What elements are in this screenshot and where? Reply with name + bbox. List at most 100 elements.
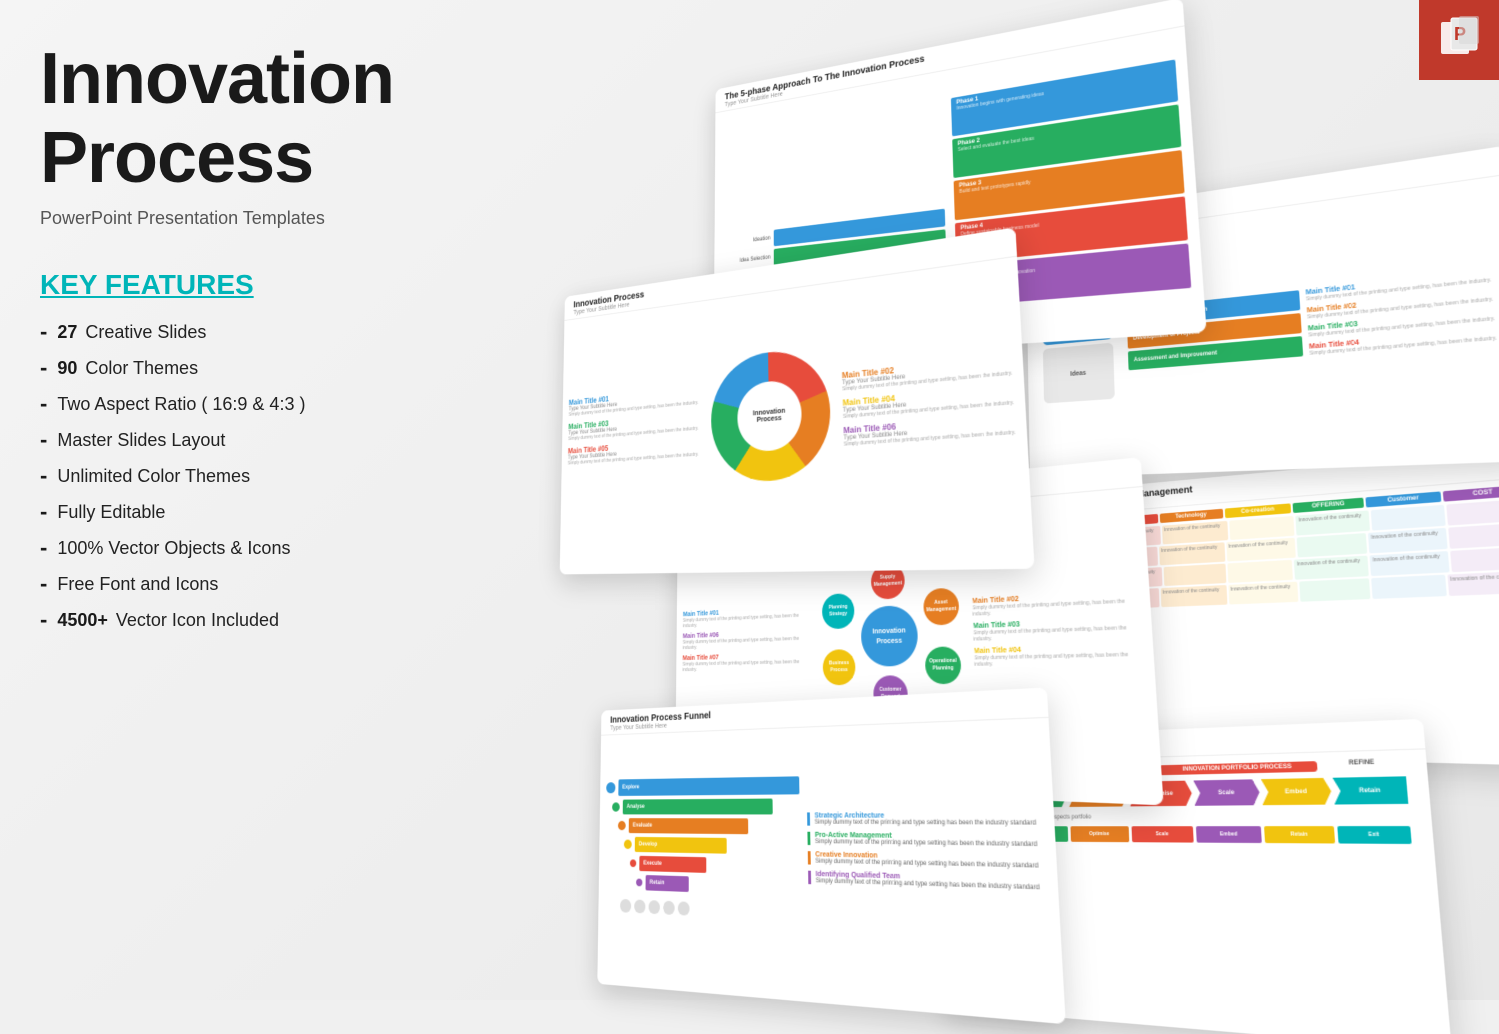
cell-1-6 [1446,499,1499,526]
funnel-bar-3: Evaluate [629,818,749,834]
svg-text:Supply: Supply [880,573,896,580]
funnel-r1: Strategic Architecture Simply dummy text… [807,812,1045,827]
circle-4 [663,901,675,915]
circle-3 [649,900,660,914]
svg-text:Planning: Planning [933,664,954,671]
funnel-bar-6: Retain [646,875,689,892]
feature-bold-1: 27 [57,322,77,343]
sub-arrow-4: Scale [1131,826,1193,842]
svg-text:Customer: Customer [879,686,901,693]
sub-arrow-6: Retain [1264,826,1334,843]
slide-2-text-1: Main Title #01 Type Your Subtitle Here S… [569,386,700,418]
funnel-dot-5 [630,859,636,867]
svg-text:Operational: Operational [929,657,957,664]
feature-item-8: - Free Font and Icons [40,571,480,597]
funnel-r2: Pro-Active Management Simply dummy text … [807,832,1046,849]
feature-text-7: 100% Vector Objects & Icons [57,538,290,559]
arrow-6: Embed [1261,778,1332,805]
arrow-5: Scale [1193,779,1260,806]
col-h3: Co-creation [1224,503,1291,518]
funnel-bar-5: Execute [639,856,706,873]
left-panel: Innovation Process PowerPoint Presentati… [40,40,480,643]
key-features-label: KEY FEATURES [40,269,480,301]
funnel-dot-3 [618,821,626,830]
feature-text-5: Unlimited Color Themes [57,466,250,487]
svg-text:Business: Business [829,659,849,666]
slide-3-right: Main Title #01 Simply dummy text of the … [1300,184,1499,437]
funnel-row-2: Analyse [606,798,800,814]
svg-text:Process: Process [876,637,902,645]
col-h6: COST [1443,485,1499,502]
funnel-row-6: Retain [605,874,801,896]
dash-8: - [40,571,47,597]
slide-4-r3: Main Title #04 Simply dummy text of the … [973,644,1144,668]
cell-4-3: Innovation of the continuity [1228,582,1299,605]
slide-2-text-list: Main Title #01 Type Your Subtitle Here S… [566,309,700,542]
feature-text-1: Creative Slides [85,322,206,343]
slide-2-donut: InnovationProcess [706,291,838,538]
slide-1-col-1-desc: Innovation begins with generating ideas [956,70,1170,112]
cell-3-3 [1227,560,1293,583]
feature-item-2: - 90 Color Themes [40,355,480,381]
cell-4-5 [1372,575,1448,599]
feature-item-6: - Fully Editable [40,499,480,525]
feature-text-2: Color Themes [85,358,198,379]
sub-arrow-5: Embed [1196,826,1262,843]
circle-process-svg: Innovation Process Supply Management Ass… [820,556,965,712]
svg-text:Process: Process [830,666,848,673]
feature-text-4: Master Slides Layout [57,430,225,451]
cell-2-4 [1297,533,1367,557]
funnel-left: Explore Analyse Evaluate Develop [604,736,802,965]
dash-5: - [40,463,47,489]
dash-3: - [40,391,47,417]
dash-7: - [40,535,47,561]
slide-2-content: Main Title #01 Type Your Subtitle Here S… [560,257,1033,550]
funnel-r4: Identifying Qualified Team Simply dummy … [808,871,1049,892]
cell-4-4 [1300,578,1371,601]
dash-1: - [40,319,47,345]
slide-2-text-r3: Main Title #06 Type Your Subtitle Here S… [843,413,1018,448]
col-h2: Technology [1160,509,1223,523]
slide-card-6: Innovation Process Funnel Type Your Subt… [597,687,1065,1024]
funnel-right: Strategic Architecture Simply dummy text… [806,727,1054,982]
hex-idea: Ideas [1043,343,1115,404]
funnel-circles [605,898,802,921]
main-title: Innovation Process [40,40,480,198]
funnel-dot-6 [636,879,642,887]
funnel-row-1: Explore [606,776,799,796]
features-list: - 27 Creative Slides - 90 Color Themes -… [40,319,480,633]
cell-1-3 [1229,516,1295,540]
dash-6: - [40,499,47,525]
cell-2-2: Innovation of the continuity [1159,542,1225,565]
dash-9: - [40,607,47,633]
step-3: Assessment and Improvement [1128,336,1303,370]
cell-3-5: Innovation of the continuity [1370,551,1450,576]
slide-4-t2: Main Title #06 Simply dummy text of the … [683,629,811,651]
feature-text-6: Fully Editable [57,502,165,523]
circle-1 [620,899,631,913]
cell-3-6 [1450,547,1499,573]
phase-label-3: Prototyping [722,274,770,284]
svg-text:Management: Management [874,580,903,588]
funnel-r3: Creative Innovation Simply dummy text of… [808,851,1048,870]
slide-2-text-2: Main Title #03 Type Your Subtitle Here S… [568,411,700,442]
cell-1-2: Innovation of the continuity [1162,521,1228,545]
cell-2-3: Innovation of the continuity [1226,538,1296,562]
svg-text:Asset: Asset [934,598,948,605]
cell-1-4: Innovation of the continuity [1296,510,1370,535]
slide-4-t1: Main Title #01 Simply dummy text of the … [683,606,811,629]
funnel-dot-1 [606,782,615,793]
slide-4-r1: Main Title #02 Simply dummy text of the … [972,590,1142,618]
feature-text-3: Two Aspect Ratio ( 16:9 & 4:3 ) [57,394,305,415]
feature-item-5: - Unlimited Color Themes [40,463,480,489]
svg-text:Innovation: Innovation [872,627,905,636]
feature-text-8: Free Font and Icons [57,574,218,595]
cell-3-4: Innovation of the continuity [1294,556,1369,580]
lbl-refine2: REFINE [1319,759,1405,772]
sub-arrow-3: Optimise [1070,826,1129,842]
funnel-row-5: Execute [605,855,801,876]
cell-4-6: Innovation of the continuity [1448,571,1499,596]
arrow-7: Retain [1332,776,1408,804]
slide-2-text-3: Main Title #05 Type Your Subtitle Here S… [568,437,700,466]
funnel-dot-2 [612,802,620,811]
